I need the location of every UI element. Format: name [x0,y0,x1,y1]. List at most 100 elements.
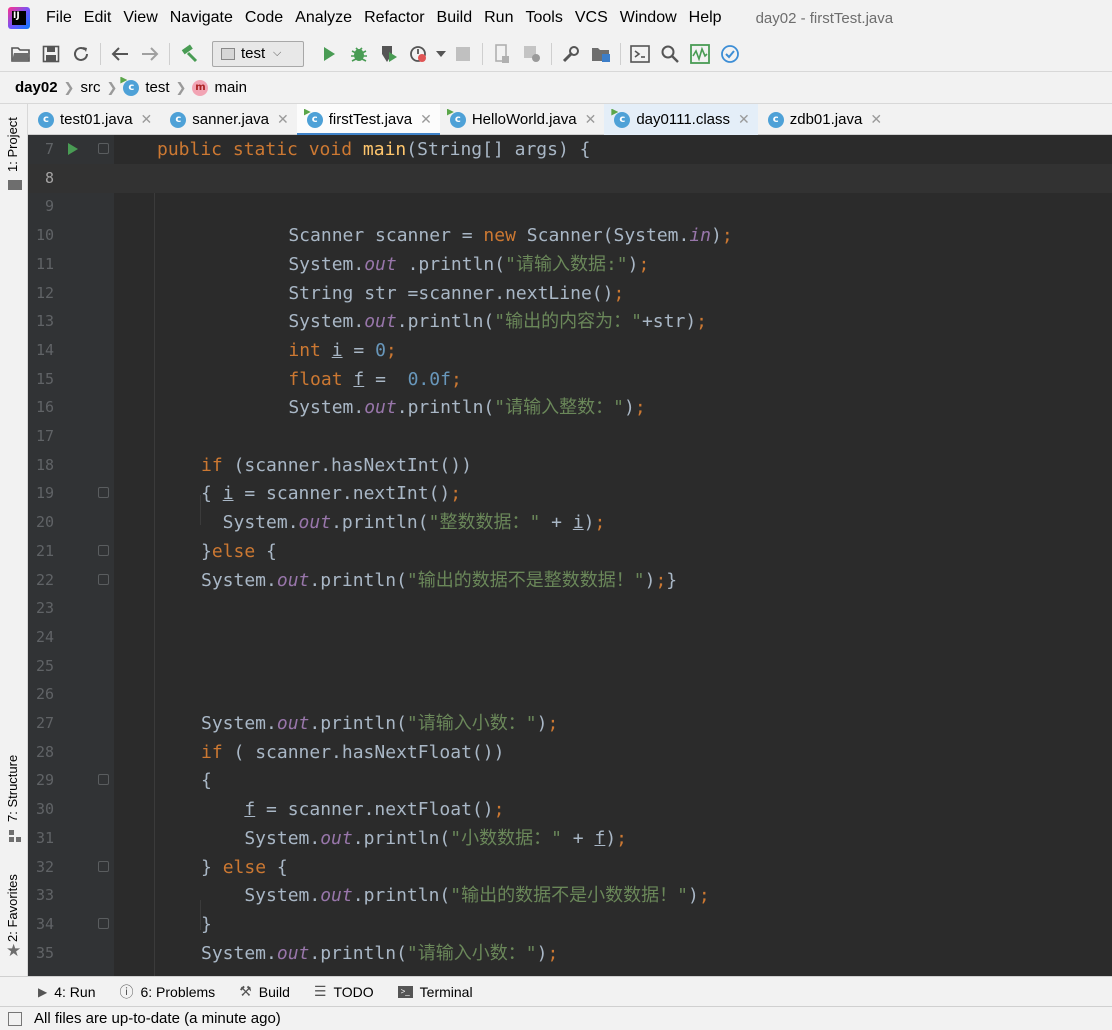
code-line[interactable]: 10 Scanner scanner = new Scanner(System.… [28,221,1112,250]
fold-marker-icon[interactable] [98,487,109,499]
run-configuration-select[interactable]: test ⌵ [212,40,304,67]
breadcrumb-class[interactable]: test [145,79,169,96]
code-line[interactable]: 23 [28,594,1112,623]
run-tool-button[interactable]: ▶ 4: Run [38,984,95,1000]
structure-icon [9,830,21,842]
build-hammer-icon[interactable] [174,39,204,69]
device-manager-icon[interactable] [517,39,547,69]
breadcrumb-method[interactable]: main [214,79,247,96]
menu-file[interactable]: File [40,0,78,36]
menu-view[interactable]: View [117,0,163,36]
statistic-icon[interactable] [685,39,715,69]
close-icon[interactable]: ✕ [141,111,153,128]
save-all-icon[interactable] [36,39,66,69]
project-tool-tab[interactable]: 1: Project [5,117,20,172]
menu-code[interactable]: Code [239,0,289,36]
debug-icon[interactable] [344,39,374,69]
menu-build[interactable]: Build [431,0,479,36]
code-line[interactable]: 20 System.out.println("整数数据：" + i); [28,508,1112,537]
code-line[interactable]: 31 System.out.println("小数数据：" + f); [28,824,1112,853]
tab-firsttest-java[interactable]: c firstTest.java ✕ [296,104,440,136]
menu-refactor[interactable]: Refactor [358,0,430,36]
open-folder-icon[interactable] [6,39,36,69]
menu-run[interactable]: Run [478,0,519,36]
code-line[interactable]: 8 [28,163,1112,193]
code-line[interactable]: 19 { i = scanner.nextInt(); [28,479,1112,508]
menu-vcs[interactable]: VCS [569,0,614,36]
close-icon[interactable]: ✕ [585,111,597,128]
fold-marker-icon[interactable] [98,573,109,585]
tab-test01-java[interactable]: c test01.java ✕ [28,104,160,135]
run-icon[interactable] [314,39,344,69]
settings-wrench-icon[interactable] [556,39,586,69]
menu-tools[interactable]: Tools [519,0,568,36]
code-line[interactable]: 24 [28,623,1112,652]
code-line[interactable]: 18 if (scanner.hasNextInt()) [28,451,1112,480]
code-line[interactable]: 12 String str =scanner.nextLine(); [28,279,1112,308]
profile-icon[interactable] [404,39,434,69]
menu-edit[interactable]: Edit [78,0,118,36]
code-line[interactable]: 25 [28,652,1112,681]
fold-marker-icon[interactable] [98,774,109,786]
code-line[interactable]: 35 System.out.println("请输入小数："); [28,939,1112,968]
forward-icon[interactable] [135,39,165,69]
close-icon[interactable]: ✕ [738,111,750,128]
profile-dropdown-icon[interactable] [434,39,448,69]
run-with-coverage-icon[interactable] [374,39,404,69]
search-icon[interactable] [655,39,685,69]
problems-tool-button[interactable]: ⓘ 6: Problems [119,982,215,1002]
code-line[interactable]: 30 f = scanner.nextFloat(); [28,795,1112,824]
synchronize-icon[interactable] [66,39,96,69]
close-icon[interactable]: ✕ [420,111,432,128]
breadcrumb-src[interactable]: src [80,79,100,96]
fold-marker-icon[interactable] [98,544,109,556]
stop-icon[interactable] [448,39,478,69]
code-line[interactable]: 32} else { [28,853,1112,882]
code-line[interactable]: 22 System.out.println("输出的数据不是整数数据！");} [28,566,1112,595]
breadcrumb-project[interactable]: day02 [15,79,58,96]
code-token: ) [711,225,722,247]
terminal-tool-button[interactable]: >_ Terminal [397,984,473,1000]
menu-analyze[interactable]: Analyze [289,0,358,36]
code-line[interactable]: 33 System.out.println("输出的数据不是小数数据！"); [28,881,1112,910]
code-line[interactable]: 14 int i = 0; [28,336,1112,365]
code-editor[interactable]: 7 public static void main(String[] args) … [28,135,1112,976]
menu-help[interactable]: Help [683,0,728,36]
close-icon[interactable]: ✕ [277,111,289,128]
code-line[interactable]: 28 if ( scanner.hasNextFloat()) [28,738,1112,767]
tab-helloworld-java[interactable]: c HelloWorld.java ✕ [440,104,605,135]
code-line[interactable]: 11 System.out .println("请输入数据:"); [28,250,1112,279]
run-gutter-icon[interactable] [68,143,78,155]
code-line[interactable]: 15 float f = 0.0f; [28,365,1112,394]
back-icon[interactable] [105,39,135,69]
tab-zdb01-java[interactable]: c zdb01.java ✕ [758,104,890,135]
project-structure-icon[interactable] [586,39,616,69]
code-line[interactable]: 7 public static void main(String[] args) … [28,135,1112,164]
menu-navigate[interactable]: Navigate [164,0,239,36]
tab-day0111-class[interactable]: c day0111.class ✕ [604,104,758,135]
code-line[interactable]: 34} [28,910,1112,939]
code-line[interactable]: 17 [28,422,1112,451]
structure-tool-tab[interactable]: 7: Structure [5,755,20,822]
code-line[interactable]: 27 System.out.println("请输入小数："); [28,709,1112,738]
code-line[interactable]: 29 { [28,766,1112,795]
close-icon[interactable]: ✕ [870,111,882,128]
code-line[interactable]: 26 [28,680,1112,709]
menu-window[interactable]: Window [614,0,683,36]
fold-marker-icon[interactable] [98,860,109,872]
run-anything-icon[interactable] [625,39,655,69]
todo-tool-button[interactable]: ☰ TODO [314,983,374,1000]
tab-sanner-java[interactable]: c sanner.java ✕ [160,104,296,135]
fold-marker-icon[interactable] [98,917,109,929]
attach-debugger-icon[interactable] [487,39,517,69]
code-line[interactable]: 9 [28,192,1112,221]
build-tool-button[interactable]: ⚒ Build [239,983,290,1000]
tool-window-toggle-icon[interactable] [8,1011,22,1026]
favorites-tool-tab[interactable]: 2: Favorites [5,874,20,942]
tab-label: day0111.class [636,111,731,128]
code-line[interactable]: 16 System.out.println("请输入整数："); [28,393,1112,422]
commit-check-icon[interactable] [715,39,745,69]
fold-marker-icon[interactable] [98,143,109,154]
code-line[interactable]: 13 System.out.println("输出的内容为："+str); [28,307,1112,336]
code-line[interactable]: 21}else { [28,537,1112,566]
